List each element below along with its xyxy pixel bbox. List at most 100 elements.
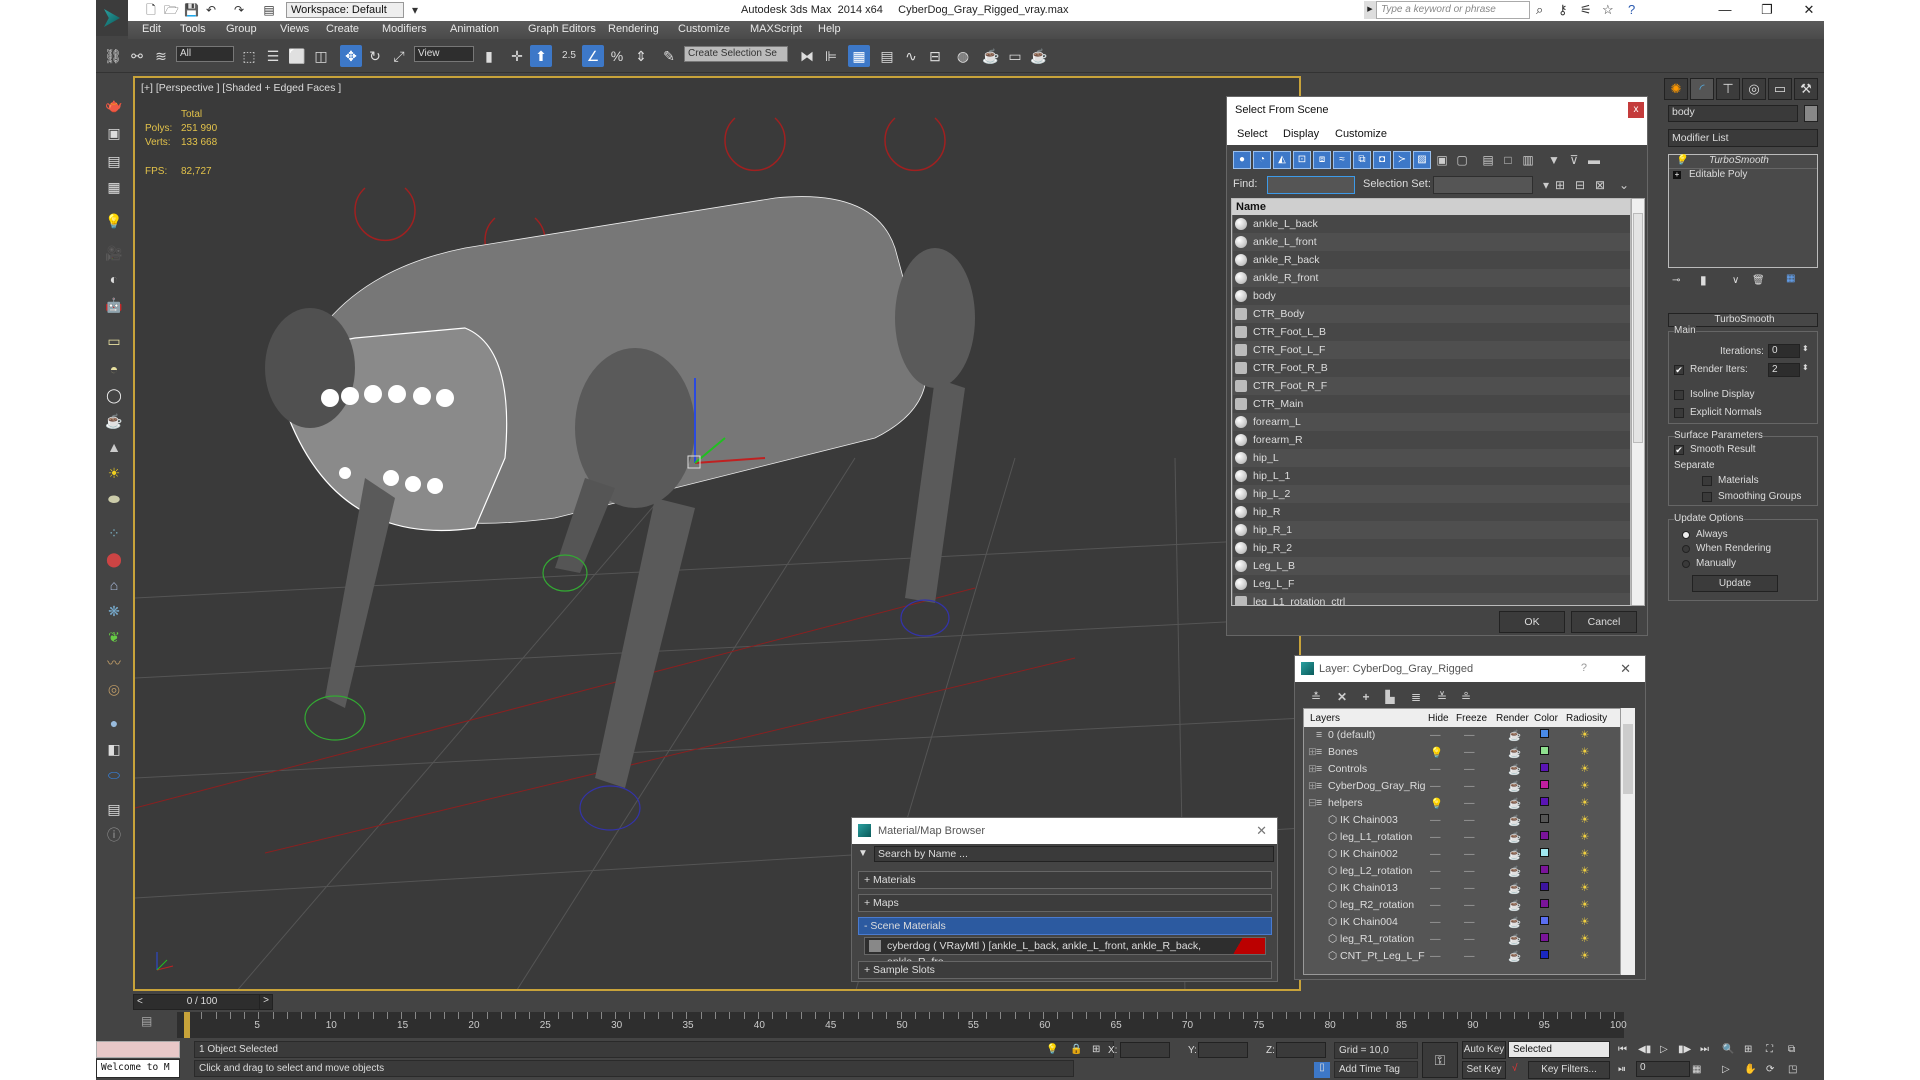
object-list-item[interactable]: body: [1232, 287, 1630, 305]
next-key-icon[interactable]: ▮▶: [1678, 1044, 1691, 1055]
next-frame-icon[interactable]: >: [259, 994, 273, 1010]
close-button[interactable]: x: [1628, 102, 1644, 118]
hide-toggle[interactable]: 💡: [1430, 797, 1443, 810]
layer-color-swatch[interactable]: [1540, 746, 1549, 755]
freeze-toggle[interactable]: —: [1464, 746, 1475, 758]
render-toggle-icon[interactable]: ☕: [1508, 848, 1521, 861]
goto-start-icon[interactable]: ⏮: [1618, 1044, 1627, 1055]
render-toggle-icon[interactable]: ☕: [1508, 729, 1521, 742]
radiosity-icon[interactable]: ☀: [1580, 933, 1589, 945]
select-and-link-icon[interactable]: ⛓: [102, 45, 124, 67]
metaball-icon[interactable]: ⬤: [104, 549, 124, 569]
sun-icon[interactable]: ☀: [104, 463, 124, 483]
spot-light-icon[interactable]: ▲: [104, 437, 124, 457]
display-spacewarps-icon[interactable]: ≈: [1333, 151, 1351, 169]
layer-color-swatch[interactable]: [1540, 763, 1549, 772]
zoom-extents-icon[interactable]: ⛶: [1766, 1044, 1773, 1055]
expand-icon[interactable]: +: [1673, 171, 1681, 179]
window-crossing-icon[interactable]: ◫: [310, 45, 332, 67]
key-mode-toggle-icon[interactable]: ⏯: [1618, 1064, 1626, 1075]
menu-views[interactable]: Views: [280, 23, 309, 35]
freeze-toggle[interactable]: —: [1464, 882, 1475, 894]
layer-scrollbar[interactable]: [1621, 708, 1635, 975]
rectangular-selection-icon[interactable]: ⬜: [286, 45, 308, 67]
separate-smoothing-groups-checkbox[interactable]: [1702, 492, 1712, 502]
menu-help[interactable]: Help: [818, 23, 841, 35]
remove-modifier-icon[interactable]: 🗑: [1752, 275, 1765, 286]
export-icon[interactable]: ▤: [104, 799, 124, 819]
help-icon[interactable]: ?: [1628, 2, 1635, 17]
utilities-tab-icon[interactable]: ⚒: [1794, 78, 1818, 100]
layer-row[interactable]: ⊞ ≡ Bones 💡 — ☕ ☀: [1304, 744, 1620, 761]
freeze-toggle[interactable]: —: [1464, 831, 1475, 843]
radiosity-icon[interactable]: ☀: [1580, 950, 1589, 962]
radiosity-icon[interactable]: ☀: [1580, 848, 1589, 860]
update-manually-radio[interactable]: [1682, 560, 1690, 568]
iterations-spinner[interactable]: 0: [1768, 344, 1800, 358]
col-layers[interactable]: Layers: [1310, 713, 1340, 724]
lightbulb-icon[interactable]: 💡: [1675, 155, 1687, 166]
update-button[interactable]: Update: [1692, 575, 1778, 592]
freeze-toggle[interactable]: —: [1464, 763, 1475, 775]
pan-view-icon[interactable]: ✋: [1744, 1064, 1756, 1075]
render-toggle-icon[interactable]: ☕: [1508, 950, 1521, 963]
update-when-rendering-radio[interactable]: [1682, 545, 1690, 553]
render-iters-spinner[interactable]: 2: [1768, 363, 1800, 377]
freeze-toggle[interactable]: —: [1464, 899, 1475, 911]
hide-toggle[interactable]: —: [1430, 933, 1441, 945]
zoom-icon[interactable]: 🔍: [1722, 1044, 1734, 1055]
zoom-all-icon[interactable]: ⊞: [1744, 1044, 1752, 1055]
select-none-icon[interactable]: □: [1499, 151, 1517, 169]
layer-row[interactable]: ⬡ leg_L1_rotation — — ☕ ☀: [1304, 829, 1620, 846]
add-time-tag[interactable]: Add Time Tag: [1334, 1061, 1418, 1078]
object-list-item[interactable]: forearm_L: [1232, 413, 1630, 431]
menu-select[interactable]: Select: [1237, 128, 1268, 140]
freeze-toggle[interactable]: —: [1464, 933, 1475, 945]
object-list-item[interactable]: Leg_L_F: [1232, 575, 1630, 593]
freeze-toggle[interactable]: —: [1464, 950, 1475, 962]
hide-toggle[interactable]: —: [1430, 950, 1441, 962]
object-list-item[interactable]: CTR_Body: [1232, 305, 1630, 323]
render-toggle-icon[interactable]: ☕: [1508, 865, 1521, 878]
render-toggle-icon[interactable]: ☕: [1508, 797, 1521, 810]
hide-toggle[interactable]: —: [1430, 916, 1441, 928]
x-coord-field[interactable]: [1120, 1042, 1170, 1058]
zoom-extents-all-icon[interactable]: ⧉: [1788, 1044, 1795, 1055]
hide-toggle[interactable]: —: [1430, 814, 1441, 826]
radiosity-icon[interactable]: ☀: [1580, 763, 1589, 775]
layer-row[interactable]: ⬡ leg_R2_rotation — — ☕ ☀: [1304, 897, 1620, 914]
freeze-toggle[interactable]: —: [1464, 848, 1475, 860]
display-xrefs-icon[interactable]: ◘: [1373, 151, 1391, 169]
orbit-icon[interactable]: ⟳: [1766, 1064, 1774, 1075]
maximize-viewport-icon[interactable]: ◳: [1788, 1064, 1797, 1075]
isoline-display-checkbox[interactable]: [1674, 390, 1684, 400]
displacement-icon[interactable]: ⌂: [104, 575, 124, 595]
current-frame-field[interactable]: 0: [1636, 1061, 1690, 1077]
play-icon[interactable]: ▷: [1660, 1044, 1668, 1055]
object-list-item[interactable]: hip_L_1: [1232, 467, 1630, 485]
settings-panel-icon[interactable]: ▦: [104, 177, 124, 197]
render-production-icon[interactable]: ☕: [1028, 45, 1050, 67]
dome-light-icon[interactable]: ◓: [104, 359, 124, 379]
display-helpers-icon[interactable]: ⧈: [1313, 151, 1331, 169]
hierarchy-tab-icon[interactable]: ⊤: [1716, 78, 1740, 100]
light-bulb-icon[interactable]: 💡: [104, 211, 124, 231]
auto-key-button[interactable]: Auto Key: [1462, 1041, 1506, 1059]
new-file-icon[interactable]: 🗋: [144, 3, 158, 17]
sort-options-icon[interactable]: ⌄: [1615, 176, 1633, 194]
render-frame-icon[interactable]: ▣: [104, 123, 124, 143]
hide-toggle[interactable]: —: [1430, 848, 1441, 860]
minimize-button[interactable]: —: [1710, 2, 1740, 17]
name-column-header[interactable]: Name: [1232, 199, 1630, 215]
radiosity-icon[interactable]: ☀: [1580, 797, 1589, 809]
hide-toggle[interactable]: —: [1430, 763, 1441, 775]
time-configuration-icon[interactable]: ▦: [1692, 1064, 1701, 1075]
object-name-field[interactable]: body: [1668, 105, 1798, 122]
scene-materials-section[interactable]: - Scene Materials: [858, 917, 1272, 935]
display-lights-icon[interactable]: ◭: [1273, 151, 1291, 169]
grass-icon[interactable]: ❦: [104, 627, 124, 647]
filter-options-icon[interactable]: ⊽: [1565, 151, 1583, 169]
display-containers-icon[interactable]: ▨: [1413, 151, 1431, 169]
layer-row[interactable]: ≡ 0 (default) — — ☕ ☀: [1304, 727, 1620, 744]
robot-icon[interactable]: 🤖: [104, 295, 124, 315]
